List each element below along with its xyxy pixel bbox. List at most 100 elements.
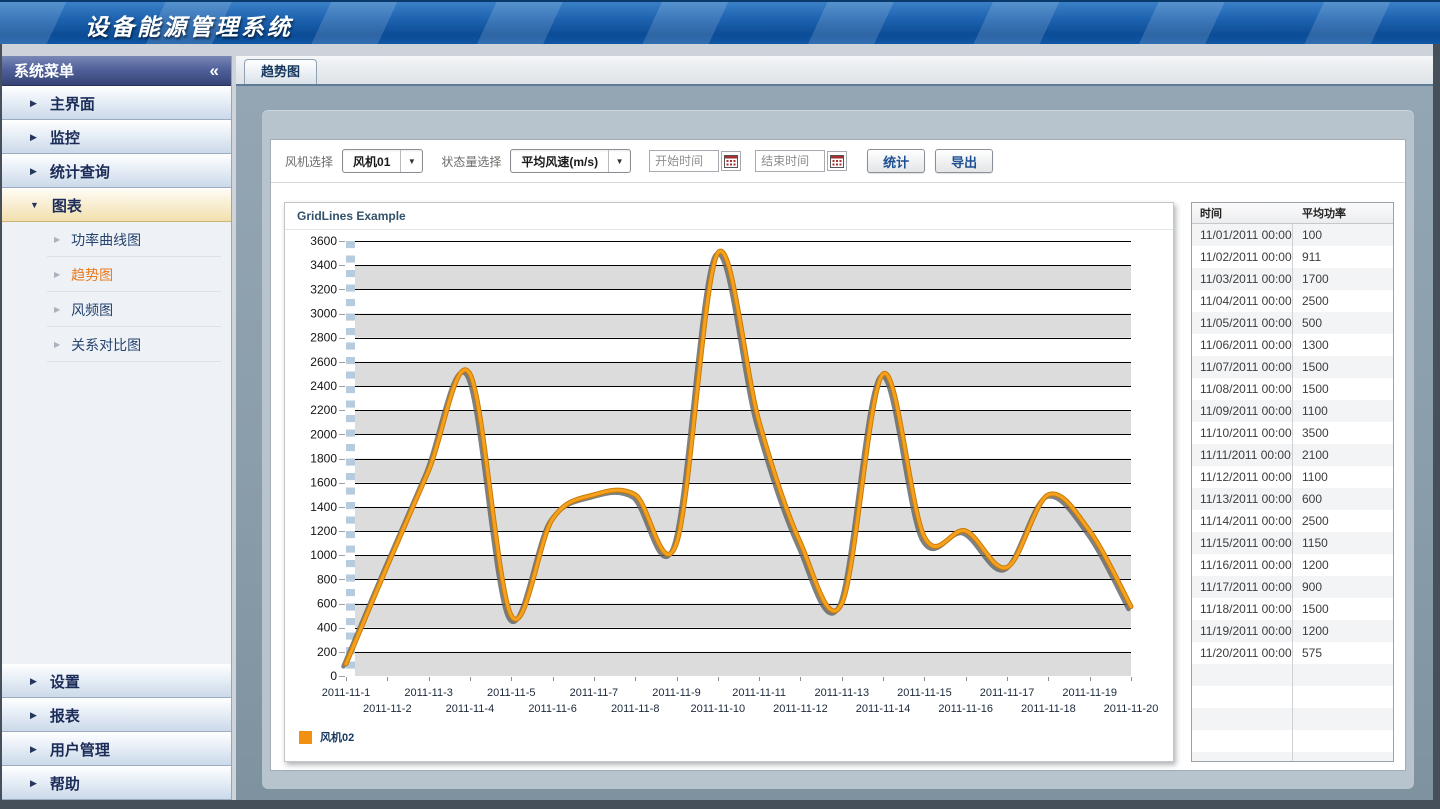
svg-text:2011-11-20: 2011-11-20 bbox=[1104, 703, 1159, 715]
calendar-icon[interactable] bbox=[827, 151, 847, 171]
cell-time: 11/02/2011 00:00:00 bbox=[1192, 246, 1292, 268]
sidebar-item-reports[interactable]: 报表 bbox=[2, 698, 231, 732]
state-select-dropdown[interactable]: 平均风速(m/s) bbox=[510, 149, 631, 173]
sidebar-subitem-relation-compare[interactable]: 关系对比图 bbox=[2, 327, 231, 362]
cell-avg-power: 1150 bbox=[1292, 532, 1393, 554]
sidebar-subitem-wind-frequency[interactable]: 风频图 bbox=[2, 292, 231, 327]
cell-time: 11/20/2011 00:00:00 bbox=[1192, 642, 1292, 664]
cell-avg-power: 2500 bbox=[1292, 290, 1393, 312]
cell-time: 11/18/2011 00:00:00 bbox=[1192, 598, 1292, 620]
cell-time: 11/13/2011 00:00:00 bbox=[1192, 488, 1292, 510]
cell-time: 11/10/2011 00:00:00 bbox=[1192, 422, 1292, 444]
svg-text:3400: 3400 bbox=[310, 258, 337, 272]
svg-text:2000: 2000 bbox=[310, 427, 337, 441]
chart-panel: GridLines Example 0200400600800100012001… bbox=[284, 202, 1174, 762]
svg-text:2011-11-17: 2011-11-17 bbox=[980, 687, 1035, 699]
svg-text:200: 200 bbox=[317, 645, 337, 659]
chevron-right-icon bbox=[30, 98, 37, 109]
cell-avg-power: 1100 bbox=[1292, 400, 1393, 422]
sidebar-item-label: 统计查询 bbox=[50, 161, 110, 182]
column-header-avg-power[interactable]: 平均功率 bbox=[1292, 205, 1393, 221]
svg-text:2800: 2800 bbox=[310, 331, 337, 345]
sidebar-item-stat-query[interactable]: 统计查询 bbox=[2, 154, 231, 188]
cell-time: 11/06/2011 00:00:00 bbox=[1192, 334, 1292, 356]
cell-time: 11/05/2011 00:00:00 bbox=[1192, 312, 1292, 334]
sidebar-subitem-trend-chart[interactable]: 趋势图 bbox=[2, 257, 231, 292]
svg-text:2200: 2200 bbox=[310, 403, 337, 417]
svg-text:800: 800 bbox=[317, 572, 337, 586]
cell-time: 11/17/2011 00:00:00 bbox=[1192, 576, 1292, 598]
column-header-time[interactable]: 时间 bbox=[1192, 205, 1292, 221]
svg-text:2011-11-2: 2011-11-2 bbox=[363, 703, 412, 715]
svg-text:2011-11-19: 2011-11-19 bbox=[1062, 687, 1117, 699]
collapse-sidebar-button[interactable] bbox=[210, 62, 219, 79]
sidebar-item-monitor[interactable]: 监控 bbox=[2, 120, 231, 154]
svg-text:2011-11-12: 2011-11-12 bbox=[773, 703, 828, 715]
cell-time: 11/14/2011 00:00:00 bbox=[1192, 510, 1292, 532]
legend-label: 风机02 bbox=[320, 729, 354, 745]
state-select-label: 状态量选择 bbox=[441, 153, 501, 170]
sidebar-subitem-label: 趋势图 bbox=[71, 265, 113, 285]
svg-text:1000: 1000 bbox=[310, 548, 337, 562]
svg-text:2011-11-1: 2011-11-1 bbox=[322, 687, 371, 699]
state-select-value: 平均风速(m/s) bbox=[511, 153, 608, 170]
chart-legend: 风机02 bbox=[299, 729, 354, 745]
cell-time: 11/01/2011 00:00:00 bbox=[1192, 224, 1292, 246]
start-time-input[interactable] bbox=[649, 150, 719, 172]
cell-avg-power: 900 bbox=[1292, 576, 1393, 598]
cell-avg-power: 1500 bbox=[1292, 356, 1393, 378]
export-button[interactable]: 导出 bbox=[935, 149, 993, 173]
white-panel: 风机选择 风机01 状态量选择 平均风速(m/s) bbox=[270, 139, 1406, 771]
sidebar-item-help[interactable]: 帮助 bbox=[2, 766, 231, 800]
chevron-right-icon bbox=[30, 744, 37, 755]
sidebar: 系统菜单 主界面 监控 统计查询 图表 bbox=[2, 56, 232, 800]
fan-select-dropdown[interactable]: 风机01 bbox=[342, 149, 423, 173]
main-area: 趋势图 风机选择 风机01 状态量选择 bbox=[236, 56, 1433, 800]
calendar-icon[interactable] bbox=[721, 151, 741, 171]
svg-text:2011-11-13: 2011-11-13 bbox=[814, 687, 869, 699]
svg-text:400: 400 bbox=[317, 621, 337, 635]
svg-text:2011-11-3: 2011-11-3 bbox=[404, 687, 453, 699]
svg-text:2011-11-14: 2011-11-14 bbox=[856, 703, 911, 715]
chevron-right-icon bbox=[30, 676, 37, 687]
cell-time: 11/09/2011 00:00:00 bbox=[1192, 400, 1292, 422]
svg-text:2011-11-9: 2011-11-9 bbox=[652, 687, 701, 699]
trend-chart: 0200400600800100012001400160018002000220… bbox=[285, 230, 1173, 730]
sidebar-item-user-management[interactable]: 用户管理 bbox=[2, 732, 231, 766]
cell-avg-power: 1500 bbox=[1292, 598, 1393, 620]
cell-avg-power: 1500 bbox=[1292, 378, 1393, 400]
fan-select-value: 风机01 bbox=[343, 153, 400, 170]
gridlines bbox=[355, 242, 1131, 653]
fan-select-label: 风机选择 bbox=[285, 153, 333, 170]
sidebar-subitem-power-curve[interactable]: 功率曲线图 bbox=[2, 222, 231, 257]
statistics-button[interactable]: 统计 bbox=[867, 149, 925, 173]
sidebar-item-charts[interactable]: 图表 bbox=[2, 188, 231, 222]
chevron-right-icon bbox=[54, 235, 60, 244]
data-table: 时间 平均功率 11/01/2011 00:00:0010011/02/2011… bbox=[1191, 202, 1394, 762]
end-time-input[interactable] bbox=[755, 150, 825, 172]
y-axis-strip bbox=[346, 241, 355, 676]
app-header: 设备能源管理系统 bbox=[0, 0, 1440, 44]
cell-avg-power: 1200 bbox=[1292, 554, 1393, 576]
chevron-right-icon bbox=[30, 132, 37, 143]
x-axis-labels: 2011-11-12011-11-22011-11-32011-11-42011… bbox=[322, 677, 1159, 715]
sidebar-subitem-label: 风频图 bbox=[71, 300, 113, 320]
chevron-down-icon bbox=[30, 200, 39, 210]
cell-time: 11/15/2011 00:00:00 bbox=[1192, 532, 1292, 554]
app-window: 设备能源管理系统 系统菜单 主界面 监控 统计查询 bbox=[0, 0, 1440, 809]
svg-text:2011-11-5: 2011-11-5 bbox=[487, 687, 536, 699]
sidebar-item-settings[interactable]: 设置 bbox=[2, 664, 231, 698]
cell-time: 11/11/2011 00:00:00 bbox=[1192, 444, 1292, 466]
cell-time: 11/19/2011 00:00:00 bbox=[1192, 620, 1292, 642]
table-header-row: 时间 平均功率 bbox=[1192, 203, 1393, 224]
tab-trend-chart[interactable]: 趋势图 bbox=[244, 59, 317, 84]
cell-avg-power: 2500 bbox=[1292, 510, 1393, 532]
cell-avg-power: 575 bbox=[1292, 642, 1393, 664]
cell-time: 11/03/2011 00:00:00 bbox=[1192, 268, 1292, 290]
cell-time: 11/04/2011 00:00:00 bbox=[1192, 290, 1292, 312]
inner-panel: 风机选择 风机01 状态量选择 平均风速(m/s) bbox=[262, 110, 1414, 789]
cell-avg-power: 100 bbox=[1292, 224, 1393, 246]
sidebar-item-label: 帮助 bbox=[50, 773, 80, 794]
cell-time: 11/07/2011 00:00:00 bbox=[1192, 356, 1292, 378]
sidebar-item-main[interactable]: 主界面 bbox=[2, 86, 231, 120]
